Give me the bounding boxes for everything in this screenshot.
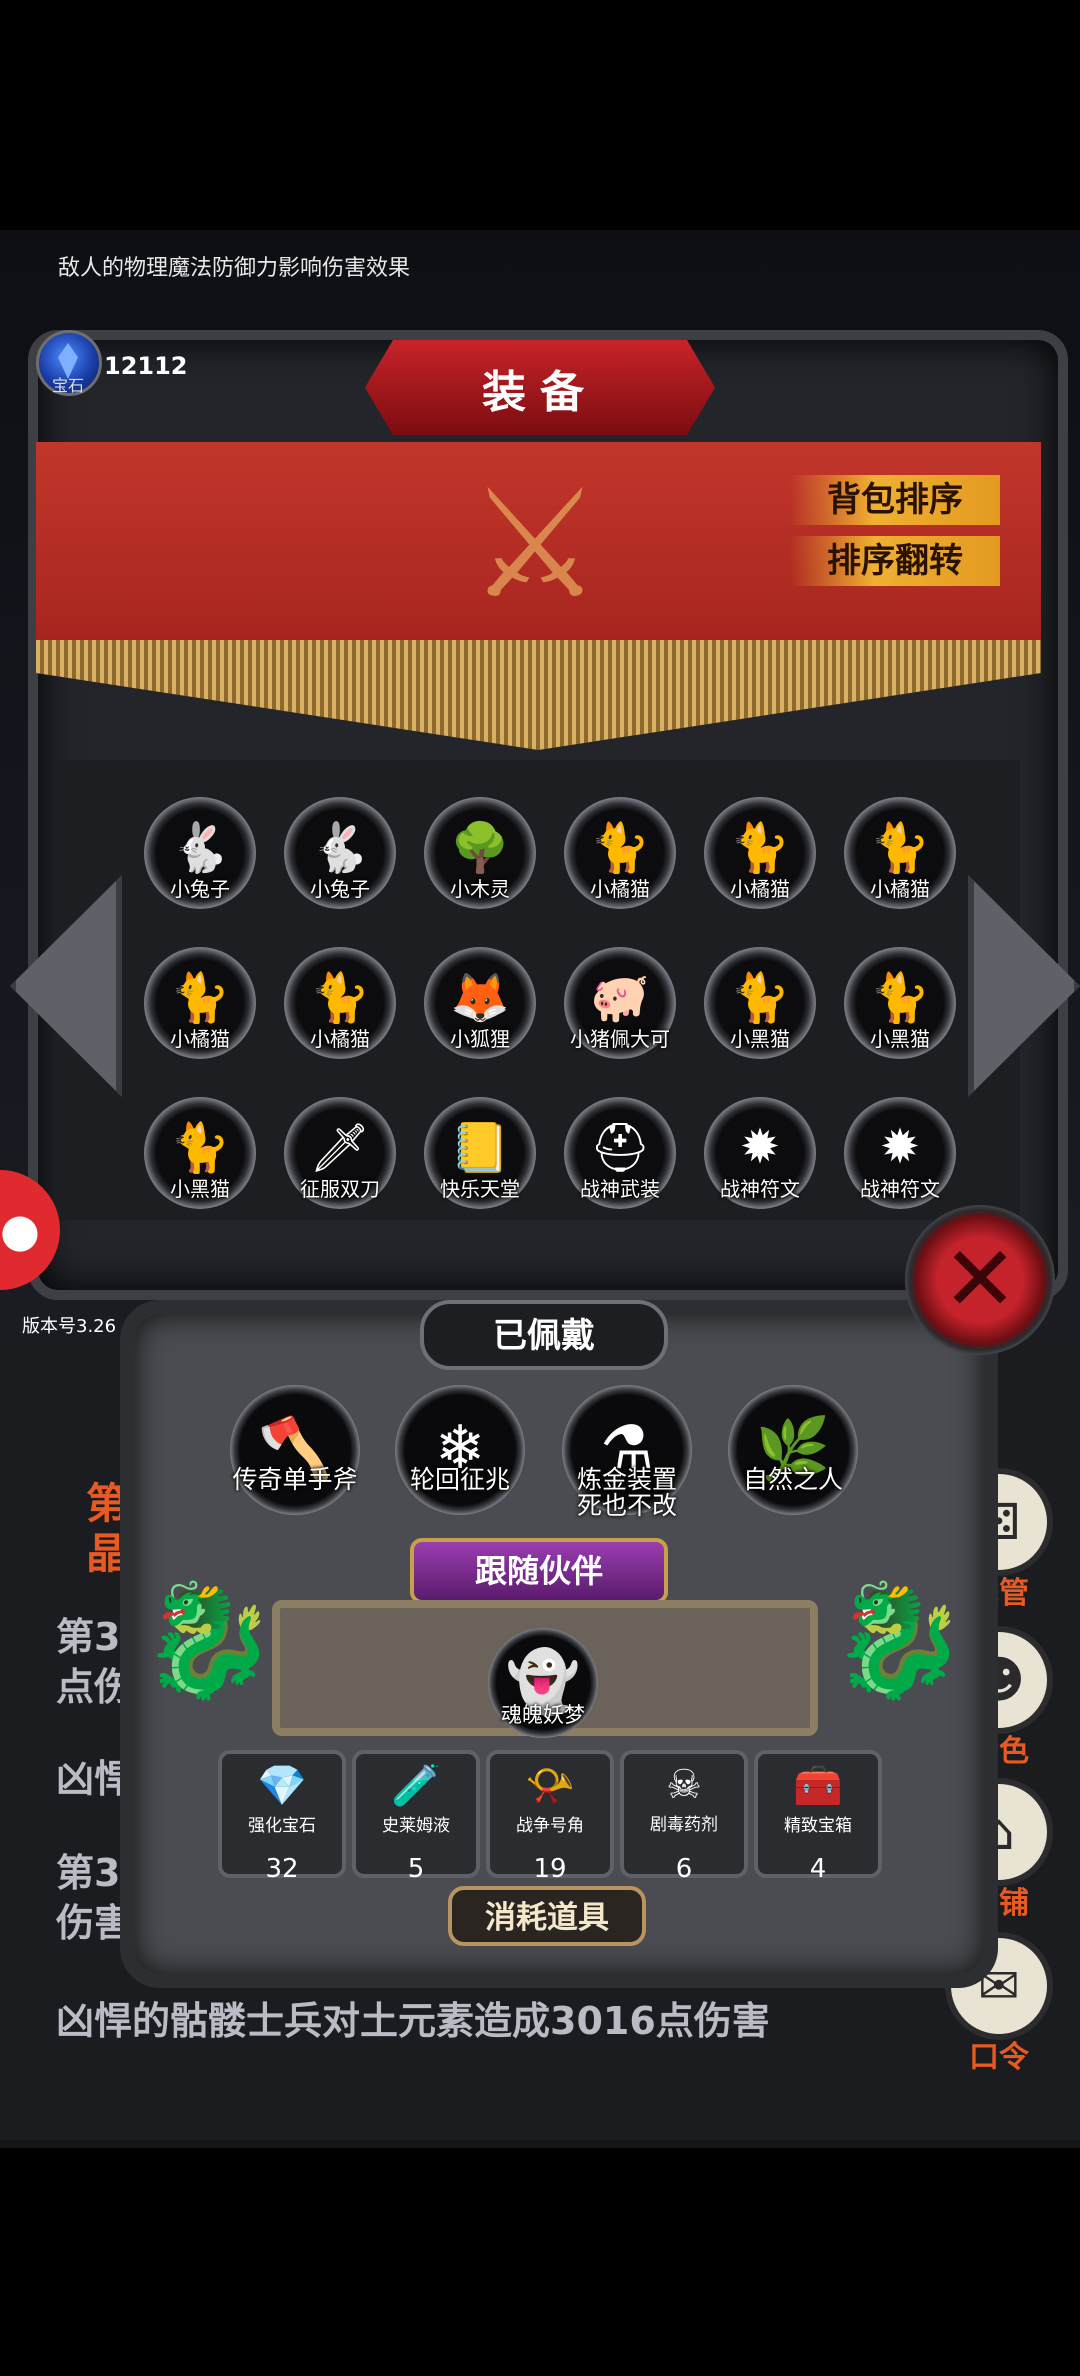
log-line-6: 凶悍的骷髅士兵对土元素造成3016点伤害	[56, 1999, 770, 2043]
equipment-slot-13[interactable]: 🐈 小黑猫	[142, 1097, 258, 1238]
equipment-slot-11[interactable]: 🐈 小黑猫	[702, 947, 818, 1088]
dragon-statue-icon: 🐉	[140, 1576, 277, 1704]
item-label: 小橘猫	[730, 877, 790, 901]
item-label: 征服双刀	[300, 1177, 380, 1201]
consumable-label: 战争号角	[516, 1816, 584, 1836]
rune-icon: ✹	[739, 1119, 781, 1175]
hint-text: 敌人的物理魔法防御力影响伤害效果	[58, 256, 411, 281]
orange-cat-icon: 🐈	[870, 820, 930, 876]
companion-title: 跟随伙伴	[474, 1552, 603, 1590]
equipment-slot-7[interactable]: 🐈 小橘猫	[142, 947, 258, 1088]
consumable-label: 剧毒药剂	[650, 1815, 718, 1835]
rabbit-icon: 🐇	[310, 820, 370, 876]
potion-icon: 🧪	[391, 1763, 441, 1809]
green-gem-icon: 💎	[257, 1763, 307, 1809]
gold-book-icon: 📒	[450, 1120, 510, 1176]
item-label: 战神武装	[580, 1177, 660, 1201]
consumable-label: 强化宝石	[248, 1816, 316, 1836]
equipment-slot-14[interactable]: 🗡 征服双刀	[282, 1097, 398, 1238]
equipped-slot-weapon[interactable]: 🪓 传奇单手斧	[220, 1385, 370, 1541]
item-label: 战神符文	[860, 1177, 940, 1201]
item-label: 小木灵	[450, 877, 510, 901]
rune-icon: ✹	[879, 1119, 921, 1175]
item-label: 战神符文	[720, 1177, 800, 1201]
equipment-title: 装备	[482, 367, 598, 418]
consumable-label: 精致宝箱	[784, 1816, 852, 1836]
equipped-label: 炼金装置 死也不改	[576, 1465, 677, 1520]
item-label: 小橘猫	[310, 1027, 370, 1051]
black-cat-icon: 🐈	[730, 970, 790, 1026]
gem-currency-label: 宝石	[52, 376, 85, 395]
close-icon[interactable]: ✕	[905, 1205, 1055, 1355]
navigation-bar-area	[0, 2148, 1080, 2376]
consumable-count: 6	[675, 1854, 693, 1884]
item-label: 小黑猫	[170, 1177, 230, 1201]
orange-cat-icon: 🐈	[590, 820, 650, 876]
equipment-slot-2[interactable]: 🐇 小兔子	[282, 797, 398, 938]
gem-currency-count: 12112	[104, 352, 188, 380]
equipment-slot-12[interactable]: 🐈 小黑猫	[842, 947, 958, 1088]
equipment-slot-5[interactable]: 🐈 小橘猫	[702, 797, 818, 938]
consumable-count: 32	[265, 1854, 299, 1884]
orange-cat-icon: 🐈	[730, 820, 790, 876]
pig-icon: 🐖	[590, 970, 650, 1026]
companion-slot[interactable]: 👻 魂魄妖梦	[478, 1628, 608, 1764]
equipment-slot-16[interactable]: ⛑ 战神武装	[562, 1097, 678, 1238]
equipment-slot-15[interactable]: 📒 快乐天堂	[422, 1097, 538, 1238]
equipped-label: 自然之人	[742, 1465, 843, 1494]
fox-icon: 🦊	[450, 970, 510, 1026]
equipment-slot-8[interactable]: 🐈 小橘猫	[282, 947, 398, 1088]
item-label: 小橘猫	[870, 877, 930, 901]
sort-bag-button[interactable]: 背包排序	[790, 475, 1000, 525]
rabbit-icon: 🐇	[170, 820, 230, 876]
equipped-label: 轮回征兆	[409, 1465, 510, 1494]
dual-blades-icon: 🗡	[309, 1120, 371, 1176]
status-bar-area	[0, 0, 1080, 230]
war-armor-icon: ⛑	[589, 1120, 651, 1176]
item-label: 小兔子	[310, 877, 370, 901]
item-label: 小猪佩大可	[570, 1027, 670, 1051]
code-label: 口令	[969, 2040, 1029, 2075]
equipment-slot-9[interactable]: 🦊 小狐狸	[422, 947, 538, 1088]
equipped-title: 已佩戴	[493, 1316, 595, 1356]
item-label: 小狐狸	[450, 1027, 510, 1051]
orange-cat-icon: 🐈	[310, 970, 370, 1026]
equipment-slot-10[interactable]: 🐖 小猪佩大可	[562, 947, 678, 1088]
item-label: 小橘猫	[590, 877, 650, 901]
equipped-label: 传奇单手斧	[232, 1465, 358, 1494]
consumable-count: 5	[407, 1854, 425, 1884]
black-cat-icon: 🐈	[870, 970, 930, 1026]
chest-icon: 🧰	[793, 1763, 843, 1809]
consumable-count: 4	[809, 1854, 827, 1884]
version-label: 版本号3.26	[22, 1316, 117, 1337]
item-label: 小兔子	[170, 877, 230, 901]
companion-name: 魂魄妖梦	[501, 1703, 585, 1727]
reverse-sort-button[interactable]: 排序翻转	[790, 536, 1000, 586]
equipment-slot-4[interactable]: 🐈 小橘猫	[562, 797, 678, 938]
horn-icon: 📯	[525, 1763, 575, 1809]
poison-icon: ☠	[666, 1762, 702, 1808]
crossed-swords-emblem-icon: ⚔	[467, 458, 603, 632]
equipment-slot-1[interactable]: 🐇 小兔子	[142, 797, 258, 938]
item-label: 快乐天堂	[440, 1177, 520, 1201]
consumables-title: 消耗道具	[485, 1900, 609, 1936]
item-label: 小黑猫	[730, 1027, 790, 1051]
item-label: 小橘猫	[170, 1027, 230, 1051]
black-cat-icon: 🐈	[170, 1120, 230, 1176]
equipped-slot-staff[interactable]: ❄ 轮回征兆	[385, 1385, 535, 1541]
equipment-slot-3[interactable]: 🌳 小木灵	[422, 797, 538, 938]
tree-spirit-icon: 🌳	[450, 820, 510, 876]
dragon-statue-icon: 🐉	[830, 1576, 967, 1704]
equipment-slot-17[interactable]: ✹ 战神符文	[702, 1097, 818, 1238]
orange-cat-icon: 🐈	[170, 970, 230, 1026]
consumable-label: 史莱姆液	[382, 1816, 450, 1836]
item-label: 小黑猫	[870, 1027, 930, 1051]
consumable-count: 19	[533, 1854, 567, 1884]
equipment-slot-6[interactable]: 🐈 小橘猫	[842, 797, 958, 938]
equipped-slot-nature[interactable]: 🌿 自然之人	[718, 1385, 868, 1541]
